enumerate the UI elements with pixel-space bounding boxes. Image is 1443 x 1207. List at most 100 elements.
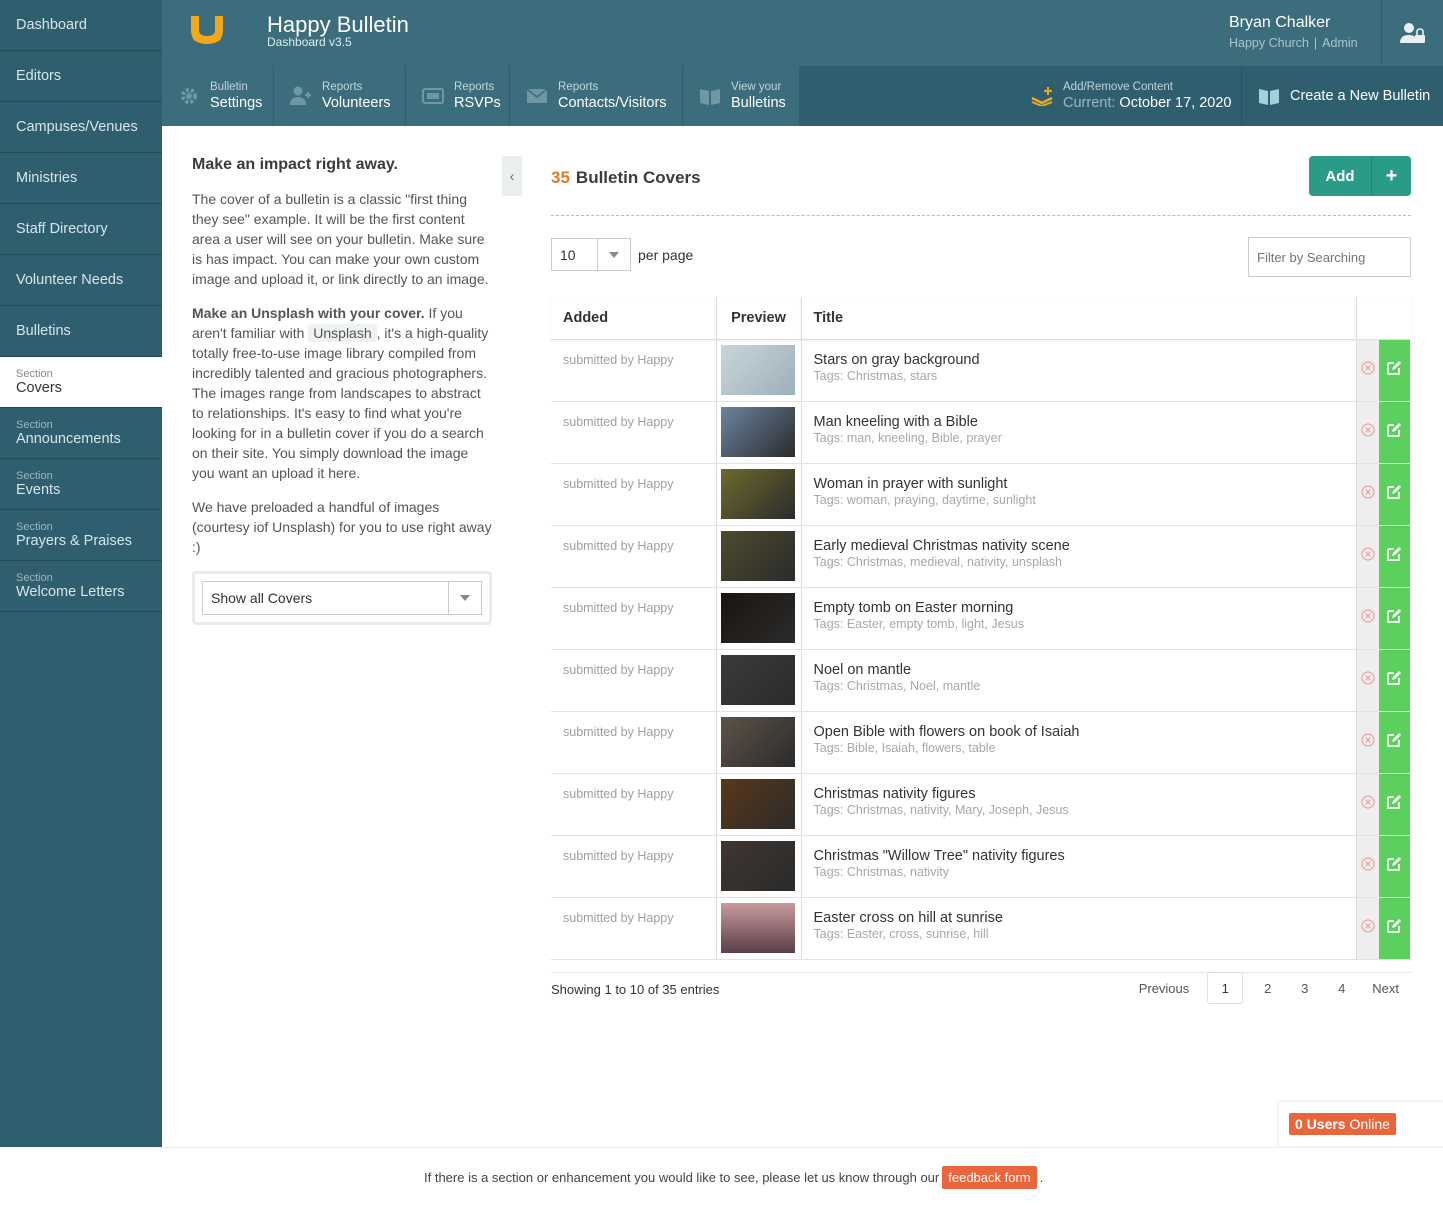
remove-circle-icon — [1361, 361, 1375, 380]
edit-button[interactable] — [1379, 526, 1410, 587]
edit-button[interactable] — [1379, 340, 1410, 401]
remove-circle-icon — [1361, 485, 1375, 504]
sidebar-item-covers[interactable]: SectionCovers — [0, 357, 162, 408]
nav-reports-contacts[interactable]: ReportsContacts/Visitors — [510, 66, 683, 126]
cover-thumbnail[interactable] — [721, 841, 795, 891]
sidebar-item-label: Prayers & Praises — [16, 533, 162, 549]
cover-thumbnail[interactable] — [721, 407, 795, 457]
sidebar-section-label: Section — [16, 521, 162, 533]
sidebar-item-welcome-letters[interactable]: SectionWelcome Letters — [0, 561, 162, 612]
pagination: Previous 1 2 3 4 Next — [1127, 972, 1411, 1004]
pagination-page-2[interactable]: 2 — [1249, 972, 1286, 1004]
delete-button[interactable] — [1357, 712, 1379, 773]
remove-circle-icon — [1361, 671, 1375, 690]
sidebar-item-campuses[interactable]: Campuses/Venues — [0, 102, 162, 153]
cover-thumbnail[interactable] — [721, 717, 795, 767]
nav-add-remove-content[interactable]: Add/Remove Content Current: October 17, … — [1017, 66, 1242, 126]
sidebar-item-bulletins[interactable]: Bulletins — [0, 306, 162, 357]
delete-button[interactable] — [1357, 588, 1379, 649]
sidebar-item-dashboard[interactable]: Dashboard — [0, 0, 162, 51]
feedback-form-link[interactable]: feedback form — [942, 1166, 1036, 1189]
delete-button[interactable] — [1357, 340, 1379, 401]
table-row: submitted by HappyEmpty tomb on Easter m… — [551, 587, 1411, 649]
sidebar-section-label: Section — [16, 572, 162, 584]
user-name: Bryan Chalker — [1229, 14, 1330, 32]
edit-button[interactable] — [1379, 712, 1410, 773]
pagination-page-3[interactable]: 3 — [1286, 972, 1323, 1004]
edit-button[interactable] — [1379, 464, 1410, 525]
caret-down-icon — [597, 239, 630, 270]
collapse-panel-button[interactable]: ‹ — [502, 156, 522, 196]
edit-button[interactable] — [1379, 774, 1410, 835]
nav-reports-rsvps[interactable]: ReportsRSVPs — [406, 66, 510, 126]
sidebar-item-ministries[interactable]: Ministries — [0, 153, 162, 204]
nav-label: Contacts/Visitors — [558, 94, 667, 112]
nav-bulletin-settings[interactable]: BulletinSettings — [162, 66, 274, 126]
sidebar-item-label: Staff Directory — [16, 221, 162, 237]
sidebar-item-label: Dashboard — [16, 17, 162, 33]
current-label: Current: — [1063, 95, 1115, 111]
add-cover-button[interactable]: Add+ — [1309, 156, 1411, 196]
sidebar-item-label: Campuses/Venues — [16, 119, 162, 135]
sidebar-item-prayers-praises[interactable]: SectionPrayers & Praises — [0, 510, 162, 561]
edit-button[interactable] — [1379, 588, 1410, 649]
delete-button[interactable] — [1357, 836, 1379, 897]
pagination-page-4[interactable]: 4 — [1323, 972, 1360, 1004]
row-tags: Tags: woman, praying, daytime, sunlight — [814, 493, 1356, 508]
users-online-widget[interactable]: 0 Users Online — [1279, 1102, 1443, 1146]
per-page-select[interactable]: 10 — [551, 238, 631, 271]
divider — [551, 215, 1411, 216]
create-new-bulletin-button[interactable]: Create a New Bulletin — [1243, 66, 1443, 126]
cover-thumbnail[interactable] — [721, 903, 795, 953]
edit-button[interactable] — [1379, 836, 1410, 897]
edit-button[interactable] — [1379, 402, 1410, 463]
app-version: Dashboard v3.5 — [267, 35, 352, 49]
row-title-cell: Noel on mantleTags: Christmas, Noel, man… — [801, 649, 1356, 711]
edit-icon — [1386, 918, 1402, 939]
row-added: submitted by Happy — [551, 773, 716, 835]
edit-button[interactable] — [1379, 650, 1410, 711]
row-actions — [1356, 525, 1411, 587]
sidebar-item-events[interactable]: SectionEvents — [0, 459, 162, 510]
sidebar-item-volunteer-needs[interactable]: Volunteer Needs — [0, 255, 162, 306]
delete-button[interactable] — [1357, 650, 1379, 711]
filter-search-input[interactable] — [1248, 237, 1411, 277]
delete-button[interactable] — [1357, 402, 1379, 463]
cover-thumbnail[interactable] — [721, 655, 795, 705]
delete-button[interactable] — [1357, 774, 1379, 835]
delete-button[interactable] — [1357, 526, 1379, 587]
nav-reports-volunteers[interactable]: ReportsVolunteers — [274, 66, 406, 126]
pagination-next[interactable]: Next — [1360, 972, 1411, 1004]
delete-button[interactable] — [1357, 898, 1379, 959]
table-row: submitted by HappyNoel on mantleTags: Ch… — [551, 649, 1411, 711]
column-added[interactable]: Added — [551, 297, 716, 339]
pagination-previous[interactable]: Previous — [1127, 972, 1202, 1004]
cover-thumbnail[interactable] — [721, 469, 795, 519]
sidebar-item-label: Volunteer Needs — [16, 272, 162, 288]
logo-icon[interactable] — [188, 14, 226, 46]
cover-filter-select[interactable]: Show all Covers — [202, 581, 482, 615]
sidebar-item-editors[interactable]: Editors — [0, 51, 162, 102]
row-added: submitted by Happy — [551, 525, 716, 587]
cover-thumbnail[interactable] — [721, 779, 795, 829]
cover-thumbnail[interactable] — [721, 345, 795, 395]
pagination-page-1[interactable]: 1 — [1207, 972, 1243, 1004]
cover-thumbnail[interactable] — [721, 593, 795, 643]
delete-button[interactable] — [1357, 464, 1379, 525]
row-added: submitted by Happy — [551, 897, 716, 959]
sidebar-item-staff-directory[interactable]: Staff Directory — [0, 204, 162, 255]
cover-filter-value: Show all Covers — [211, 590, 312, 606]
chevron-left-icon: ‹ — [510, 168, 515, 184]
column-preview[interactable]: Preview — [716, 297, 801, 339]
row-actions — [1356, 773, 1411, 835]
row-added: submitted by Happy — [551, 835, 716, 897]
row-title-cell: Christmas "Willow Tree" nativity figures… — [801, 835, 1356, 897]
cover-thumbnail[interactable] — [721, 531, 795, 581]
unsplash-code: Unsplash — [308, 324, 376, 342]
nav-view-bulletins[interactable]: View yourBulletins — [683, 66, 800, 126]
column-title[interactable]: Title — [801, 297, 1356, 339]
sidebar-item-announcements[interactable]: SectionAnnouncements — [0, 408, 162, 459]
table-row: submitted by HappyMan kneeling with a Bi… — [551, 401, 1411, 463]
user-lock-icon[interactable] — [1381, 0, 1443, 66]
edit-button[interactable] — [1379, 898, 1410, 959]
